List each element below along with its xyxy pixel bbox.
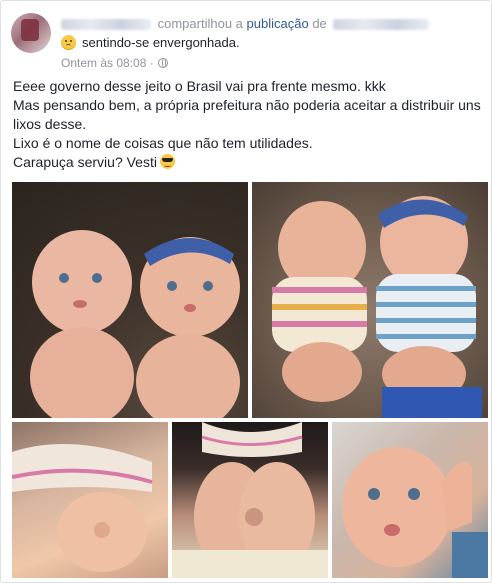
avatar[interactable] bbox=[11, 13, 51, 53]
post-photo-3[interactable] bbox=[12, 422, 168, 578]
timestamp[interactable]: Ontem às 08:08 · bbox=[61, 56, 154, 70]
embarrassed-face-icon bbox=[61, 35, 76, 50]
post-meta: Ontem às 08:08 · bbox=[61, 56, 168, 70]
feeling-line: sentindo-se envergonhada. bbox=[61, 35, 240, 50]
feeling-text: sentindo-se envergonhada. bbox=[82, 35, 240, 50]
body-line: Lixo é o nome de coisas que não tem util… bbox=[13, 135, 313, 151]
post-photo-4[interactable] bbox=[172, 422, 328, 578]
post-header: compartilhou a publicação de bbox=[61, 15, 481, 32]
dolls-photo-illustration bbox=[30, 230, 240, 418]
globe-icon[interactable] bbox=[157, 58, 168, 68]
post-photo-2[interactable] bbox=[252, 182, 488, 418]
post-photo-5[interactable] bbox=[332, 422, 488, 578]
post-body: Eeee governo desse jeito o Brasil vai pr… bbox=[13, 77, 483, 172]
doll-face-illustration bbox=[342, 447, 488, 578]
facebook-post: compartilhou a publicação de sentindo-se… bbox=[0, 0, 492, 583]
action-text: compartilhou a bbox=[157, 16, 243, 31]
body-line: Eeee governo desse jeito o Brasil vai pr… bbox=[13, 78, 386, 94]
sunglasses-face-icon bbox=[159, 154, 175, 169]
body-line-text: Carapuça serviu? Vesti bbox=[13, 154, 157, 170]
redacted-author-name[interactable] bbox=[61, 19, 151, 31]
doll-closeup-illustration bbox=[172, 422, 328, 578]
dolls-photo-illustration bbox=[272, 196, 482, 418]
body-line: Mas pensando bem, a própria prefeitura n… bbox=[13, 97, 481, 132]
publication-link[interactable]: publicação bbox=[247, 16, 309, 31]
avatar-redaction bbox=[21, 19, 39, 41]
redacted-original-author[interactable] bbox=[333, 19, 430, 31]
doll-closeup-illustration bbox=[12, 444, 153, 572]
link-suffix: de bbox=[312, 16, 327, 31]
body-line-last: Carapuça serviu? Vesti bbox=[13, 153, 483, 172]
post-photo-1[interactable] bbox=[12, 182, 248, 418]
